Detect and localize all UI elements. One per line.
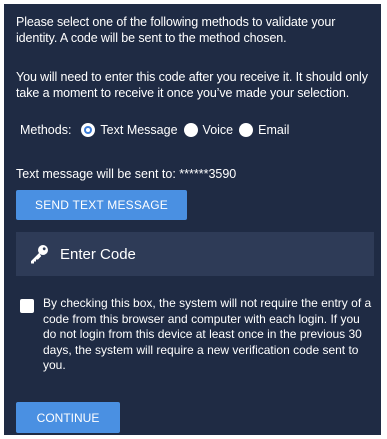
- method-label-text-message: Text Message: [100, 123, 178, 137]
- send-destination-text: Text message will be sent to: ******3590: [16, 167, 237, 181]
- radio-button-text-message[interactable]: [81, 123, 96, 137]
- methods-label: Methods:: [20, 123, 72, 137]
- remember-device-text: By checking this box, the system will no…: [43, 296, 372, 372]
- intro-text: Please select one of the following metho…: [16, 15, 336, 45]
- enter-code-input[interactable]: [58, 244, 362, 264]
- remember-device-checkbox[interactable]: [20, 299, 34, 313]
- identity-verification-panel: Please select one of the following metho…: [4, 4, 381, 435]
- method-option-email[interactable]: Email: [239, 123, 289, 137]
- radio-button-voice[interactable]: [183, 123, 198, 137]
- method-label-email: Email: [258, 123, 290, 137]
- send-text-message-button[interactable]: SEND TEXT MESSAGE: [16, 190, 187, 220]
- continue-button[interactable]: CONTINUE: [16, 402, 120, 433]
- method-option-text-message[interactable]: Text Message: [81, 123, 178, 137]
- radio-button-email[interactable]: [239, 123, 254, 137]
- methods-radio-group: Methods: Text Message Voice Email: [16, 120, 295, 140]
- method-label-voice: Voice: [202, 123, 234, 137]
- key-icon: [28, 243, 50, 265]
- code-field[interactable]: [16, 232, 374, 276]
- method-option-voice[interactable]: Voice: [183, 123, 234, 137]
- instructions-text: You will need to enter this code after y…: [16, 70, 368, 100]
